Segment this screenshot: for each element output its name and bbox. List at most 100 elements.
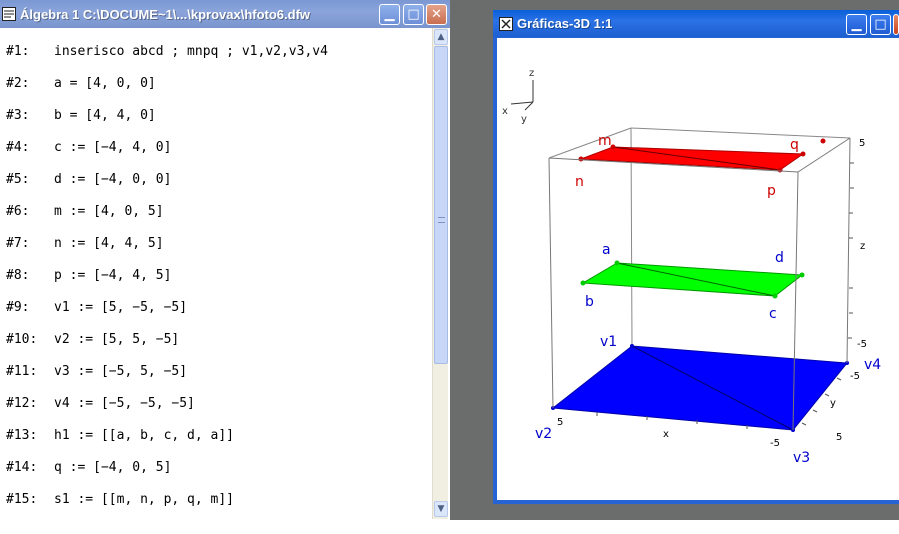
expression-line[interactable]: #15: s1 := [[m, n, p, q, m]]	[6, 492, 234, 512]
scrollbar-grip-icon	[438, 217, 445, 223]
expression-text: v4 := [−5, −5, −5]	[54, 396, 195, 411]
y-tick-near: 5	[836, 432, 842, 443]
x-axis-label: x	[663, 429, 669, 440]
y-tick-far: -5	[850, 371, 860, 382]
point-a	[614, 260, 620, 266]
scroll-down-arrow-icon[interactable]: ▼	[434, 501, 448, 517]
expression-text: b = [4, 4, 0]	[54, 108, 156, 123]
expression-text: c := [−4, 4, 0]	[54, 140, 172, 155]
plane-abcd	[580, 260, 805, 299]
minimize-button[interactable]: ▁	[846, 14, 867, 35]
gizmo-x-label: x	[502, 106, 508, 117]
expression-label: #1:	[6, 44, 30, 59]
maximize-button[interactable]: □	[870, 14, 891, 35]
label-q: q	[790, 137, 799, 153]
expression-label: #2:	[6, 76, 30, 91]
label-a: a	[602, 242, 611, 258]
point-d	[799, 272, 805, 278]
z-tick-top: 5	[859, 138, 865, 149]
expression-text: q := [−4, 0, 5]	[54, 460, 172, 475]
y-axis-label: y	[830, 398, 836, 409]
label-v1: v1	[600, 334, 617, 350]
expression-label: #6:	[6, 204, 30, 219]
expression-line[interactable]: #4: c := [−4, 4, 0]	[6, 140, 171, 160]
point-v1	[630, 344, 634, 348]
expression-line[interactable]: #13: h1 := [[a, b, c, d, a]]	[6, 428, 234, 448]
graphics-3d-window: Gráficas-3D 1:1 ▁ □ z x y 5 z -5 5 x -5 …	[493, 10, 899, 504]
expression-text: n := [4, 4, 5]	[54, 236, 164, 251]
expression-label: #10:	[6, 332, 38, 347]
label-p: p	[767, 183, 776, 199]
minimize-button[interactable]: ▁	[379, 4, 400, 25]
label-v2: v2	[535, 426, 552, 442]
axis-gizmo: z x y	[502, 68, 534, 125]
expression-text: d := [−4, 0, 0]	[54, 172, 172, 187]
expression-label: #8:	[6, 268, 30, 283]
expression-label: #14:	[6, 460, 38, 475]
close-button[interactable]: ✕	[426, 4, 447, 25]
vertical-scrollbar[interactable]: ▲ ▼	[432, 28, 448, 519]
x-tick-far: -5	[770, 438, 780, 449]
expression-text: a = [4, 0, 0]	[54, 76, 156, 91]
expression-line[interactable]: #14: q := [−4, 0, 5]	[6, 460, 171, 480]
z-tick-bottom: -5	[857, 339, 867, 350]
plane-mnpq-fill	[580, 146, 805, 171]
point-extra	[820, 138, 826, 144]
point-c	[772, 293, 778, 299]
plot-3d[interactable]: z x y 5 z -5 5 x -5 5 y -5 m q n p a d b…	[497, 38, 899, 500]
expression-label: #12:	[6, 396, 38, 411]
label-v3: v3	[793, 450, 810, 466]
expression-label: #13:	[6, 428, 38, 443]
expression-line[interactable]: #6: m := [4, 0, 5]	[6, 204, 164, 224]
plane-abcd-fill	[581, 262, 804, 297]
expression-text: v2 := [5, 5, −5]	[54, 332, 180, 347]
expression-line[interactable]: #1: inserisco abcd ; mnpq ; v1,v2,v3,v4	[6, 44, 328, 64]
close-button[interactable]	[893, 14, 899, 35]
expression-text: v1 := [5, −5, −5]	[54, 300, 188, 315]
plot-area[interactable]: z x y 5 z -5 5 x -5 5 y -5 m q n p a d b…	[497, 38, 899, 500]
expression-label: #7:	[6, 236, 30, 251]
scrollbar-thumb[interactable]	[434, 46, 448, 364]
expression-label: #3:	[6, 108, 30, 123]
label-b: b	[585, 294, 594, 310]
expression-label: #9:	[6, 300, 30, 315]
expression-text: p := [−4, 4, 5]	[54, 268, 172, 283]
expression-line[interactable]: #3: b = [4, 4, 0]	[6, 108, 156, 128]
expression-line[interactable]: #10: v2 := [5, 5, −5]	[6, 332, 179, 352]
expression-text: v3 := [−5, 5, −5]	[54, 364, 188, 379]
expression-list[interactable]: #1: inserisco abcd ; mnpq ; v1,v2,v3,v4 #…	[0, 28, 432, 518]
expression-label: #11:	[6, 364, 38, 379]
label-v4: v4	[864, 357, 881, 373]
point-b	[580, 280, 586, 286]
gizmo-z-label: z	[529, 68, 534, 79]
label-c: c	[769, 306, 777, 322]
expression-label: #4:	[6, 140, 30, 155]
algebra-titlebar[interactable]: Álgebra 1 C:\DOCUME~1\...\kprovax\hfoto6…	[0, 0, 450, 28]
expression-line[interactable]: #11: v3 := [−5, 5, −5]	[6, 364, 187, 384]
graphics-window-title: Gráficas-3D 1:1	[517, 16, 613, 31]
scroll-up-arrow-icon[interactable]: ▲	[434, 29, 448, 45]
graphics-titlebar[interactable]: Gráficas-3D 1:1 ▁ □	[493, 10, 899, 37]
expression-text: m := [4, 0, 5]	[54, 204, 164, 219]
expression-line[interactable]: #9: v1 := [5, −5, −5]	[6, 300, 187, 320]
point-n	[578, 156, 584, 162]
algebra-window-title: Álgebra 1 C:\DOCUME~1\...\kprovax\hfoto6…	[20, 6, 311, 22]
expression-line[interactable]: #7: n := [4, 4, 5]	[6, 236, 164, 256]
graphics-window-icon[interactable]	[499, 16, 513, 31]
gizmo-y-label: y	[521, 114, 527, 125]
plane-mnpq	[578, 138, 826, 173]
plane-v1-v4	[551, 344, 849, 432]
expression-text: s1 := [[m, n, p, q, m]]	[54, 492, 235, 507]
algebra-window: Álgebra 1 C:\DOCUME~1\...\kprovax\hfoto6…	[0, 0, 450, 520]
expression-text: inserisco abcd ; mnpq ; v1,v2,v3,v4	[54, 44, 328, 59]
plane-blue-fill	[551, 345, 848, 431]
expression-line[interactable]: #8: p := [−4, 4, 5]	[6, 268, 171, 288]
bottom-edge	[0, 520, 899, 534]
expression-line[interactable]: #5: d := [−4, 0, 0]	[6, 172, 171, 192]
expression-line[interactable]: #2: a = [4, 0, 0]	[6, 76, 156, 96]
algebra-window-icon[interactable]	[2, 7, 16, 21]
point-p	[777, 167, 783, 173]
expression-line[interactable]: #12: v4 := [−5, −5, −5]	[6, 396, 195, 416]
maximize-button[interactable]: □	[403, 4, 424, 25]
expression-label: #5:	[6, 172, 30, 187]
